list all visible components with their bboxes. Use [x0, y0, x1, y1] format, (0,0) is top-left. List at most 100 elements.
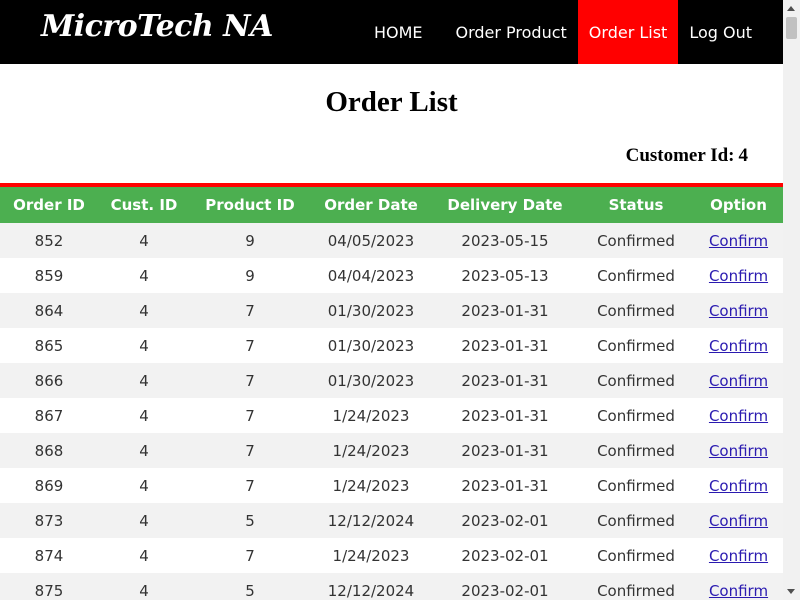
confirm-link[interactable]: Confirm: [709, 547, 768, 565]
confirm-link[interactable]: Confirm: [709, 512, 768, 530]
cell-product-id: 7: [190, 328, 310, 363]
page: MicroTech NA HOME Order Product Order Li…: [0, 0, 783, 600]
cell-status: Confirmed: [578, 223, 694, 258]
cell-delivery-date: 2023-05-15: [432, 223, 578, 258]
cell-delivery-date: 2023-01-31: [432, 398, 578, 433]
cell-order-id: 869: [0, 468, 98, 503]
table-header-row: Order ID Cust. ID Product ID Order Date …: [0, 187, 783, 223]
cell-status: Confirmed: [578, 503, 694, 538]
nav-home[interactable]: HOME: [363, 0, 434, 64]
cell-delivery-date: 2023-02-01: [432, 503, 578, 538]
cell-product-id: 9: [190, 258, 310, 293]
cell-order-id: 874: [0, 538, 98, 573]
cell-product-id: 5: [190, 503, 310, 538]
cell-status: Confirmed: [578, 363, 694, 398]
cell-delivery-date: 2023-01-31: [432, 363, 578, 398]
cell-status: Confirmed: [578, 293, 694, 328]
table-row: 867 4 7 1/24/2023 2023-01-31 Confirmed Confirm: [0, 398, 783, 433]
cell-order-id: 852: [0, 223, 98, 258]
customer-id-label: Customer Id:: [625, 145, 735, 166]
top-navbar: MicroTech NA HOME Order Product Order Li…: [0, 0, 783, 64]
table-row: 869 4 7 1/24/2023 2023-01-31 Confirmed Confirm: [0, 468, 783, 503]
scroll-down-arrow-icon[interactable]: [783, 583, 800, 600]
cell-order-date: 1/24/2023: [310, 433, 432, 468]
cell-status: Confirmed: [578, 573, 694, 600]
column-header-option: Option: [694, 187, 783, 223]
cell-delivery-date: 2023-01-31: [432, 293, 578, 328]
column-header-status: Status: [578, 187, 694, 223]
cell-delivery-date: 2023-01-31: [432, 433, 578, 468]
nav-log-out[interactable]: Log Out: [678, 0, 783, 64]
page-title: Order List: [325, 86, 458, 118]
confirm-link[interactable]: Confirm: [709, 407, 768, 425]
cell-option: Confirm: [694, 573, 783, 600]
cell-option: Confirm: [694, 223, 783, 258]
cell-cust-id: 4: [98, 363, 190, 398]
cell-option: Confirm: [694, 503, 783, 538]
confirm-link[interactable]: Confirm: [709, 232, 768, 250]
cell-option: Confirm: [694, 328, 783, 363]
cell-order-date: 12/12/2024: [310, 573, 432, 600]
cell-product-id: 7: [190, 293, 310, 328]
table-body: 852 4 9 04/05/2023 2023-05-15 Confirmed Confir…: [0, 223, 783, 600]
cell-product-id: 7: [190, 433, 310, 468]
cell-order-id: 868: [0, 433, 98, 468]
orders-table: Order ID Cust. ID Product ID Order Date …: [0, 187, 783, 600]
scroll-up-arrow-icon[interactable]: [783, 0, 800, 17]
cell-order-id: 867: [0, 398, 98, 433]
cell-order-date: 12/12/2024: [310, 503, 432, 538]
column-header-cust-id: Cust. ID: [98, 187, 190, 223]
confirm-link[interactable]: Confirm: [709, 267, 768, 285]
table-row: 859 4 9 04/04/2023 2023-05-13 Confirmed Confir…: [0, 258, 783, 293]
column-header-order-date: Order Date: [310, 187, 432, 223]
table-row: 873 4 5 12/12/2024 2023-02-01 Confirmed Confir…: [0, 503, 783, 538]
cell-option: Confirm: [694, 363, 783, 398]
table-row: 868 4 7 1/24/2023 2023-01-31 Confirmed Confirm: [0, 433, 783, 468]
cell-order-date: 01/30/2023: [310, 328, 432, 363]
confirm-link[interactable]: Confirm: [709, 477, 768, 495]
cell-status: Confirmed: [578, 468, 694, 503]
cell-product-id: 7: [190, 363, 310, 398]
confirm-link[interactable]: Confirm: [709, 372, 768, 390]
customer-id: Customer Id: 4: [622, 145, 748, 167]
confirm-link[interactable]: Confirm: [709, 337, 768, 355]
cell-delivery-date: 2023-01-31: [432, 468, 578, 503]
cell-delivery-date: 2023-01-31: [432, 328, 578, 363]
table-row: 874 4 7 1/24/2023 2023-02-01 Confirmed Confirm: [0, 538, 783, 573]
cell-product-id: 9: [190, 223, 310, 258]
cell-order-id: 875: [0, 573, 98, 600]
scrollbar-thumb[interactable]: [786, 17, 797, 39]
cell-cust-id: 4: [98, 223, 190, 258]
cell-order-id: 859: [0, 258, 98, 293]
cell-order-date: 1/24/2023: [310, 538, 432, 573]
cell-order-date: 04/04/2023: [310, 258, 432, 293]
table-row: 864 4 7 01/30/2023 2023-01-31 Confirmed Confir…: [0, 293, 783, 328]
cell-order-date: 04/05/2023: [310, 223, 432, 258]
cell-product-id: 5: [190, 573, 310, 600]
cell-order-id: 866: [0, 363, 98, 398]
confirm-link[interactable]: Confirm: [709, 442, 768, 460]
brand-logo[interactable]: MicroTech NA: [41, 9, 273, 44]
cell-product-id: 7: [190, 468, 310, 503]
cell-order-id: 864: [0, 293, 98, 328]
nav-order-product[interactable]: Order Product: [444, 0, 577, 64]
cell-option: Confirm: [694, 398, 783, 433]
cell-cust-id: 4: [98, 293, 190, 328]
cell-option: Confirm: [694, 258, 783, 293]
cell-order-date: 1/24/2023: [310, 398, 432, 433]
column-header-order-id: Order ID: [0, 187, 98, 223]
cell-status: Confirmed: [578, 328, 694, 363]
column-header-delivery-date: Delivery Date: [432, 187, 578, 223]
main-nav: HOME Order Product Order List Log Out: [363, 0, 783, 64]
table-row: 852 4 9 04/05/2023 2023-05-15 Confirmed Confir…: [0, 223, 783, 258]
confirm-link[interactable]: Confirm: [709, 302, 768, 320]
cell-cust-id: 4: [98, 538, 190, 573]
cell-status: Confirmed: [578, 538, 694, 573]
nav-order-list[interactable]: Order List: [577, 0, 679, 64]
cell-delivery-date: 2023-05-13: [432, 258, 578, 293]
cell-delivery-date: 2023-02-01: [432, 573, 578, 600]
cell-order-id: 865: [0, 328, 98, 363]
confirm-link[interactable]: Confirm: [709, 582, 768, 600]
customer-id-value: 4: [738, 145, 749, 166]
vertical-scrollbar[interactable]: [783, 0, 800, 600]
